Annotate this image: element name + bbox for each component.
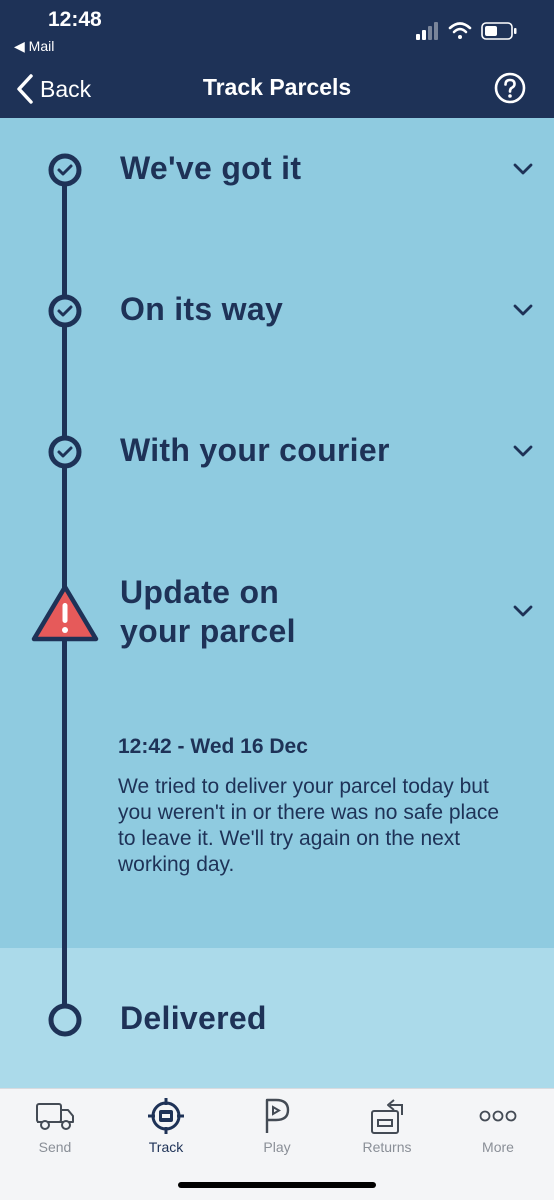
check-circle-icon <box>48 435 82 469</box>
returns-icon <box>371 1099 403 1134</box>
status-back-to-mail[interactable]: ◀ Mail <box>14 38 54 55</box>
app-header: 12:48 ◀ Mail Back Track Parcels <box>0 0 554 118</box>
tab-label: More <box>482 1139 514 1155</box>
tab-more[interactable]: More <box>443 1097 553 1155</box>
update-message: We tried to deliver your parcel today bu… <box>118 775 500 876</box>
empty-circle-icon <box>48 1003 82 1037</box>
update-timestamp: 12:42 - Wed 16 Dec <box>118 735 308 758</box>
tab-label: Track <box>148 1139 184 1155</box>
status-icons <box>416 22 517 40</box>
status-time: 12:48 <box>48 8 102 31</box>
step-title-line: Update on <box>120 574 280 610</box>
step-title: Update on your parcel <box>120 573 296 651</box>
tab-label: Play <box>263 1139 291 1155</box>
check-circle-icon <box>48 153 82 187</box>
chevron-down-icon[interactable] <box>512 604 534 618</box>
tab-send[interactable]: Send <box>0 1097 110 1155</box>
tracking-timeline: We've got it On its way With your courie… <box>0 118 554 1088</box>
step-title: Delivered <box>120 1000 267 1036</box>
signal-icon <box>416 22 438 40</box>
warning-icon <box>31 584 99 642</box>
check-circle-icon <box>48 294 82 328</box>
step-title-line: your parcel <box>120 613 296 649</box>
chevron-down-icon[interactable] <box>512 303 534 317</box>
tab-play[interactable]: Play <box>222 1097 332 1155</box>
pending-section <box>0 948 554 1088</box>
tab-returns[interactable]: Returns <box>332 1097 442 1155</box>
tab-label: Returns <box>362 1139 412 1155</box>
status-back-app-label: Mail <box>28 38 55 54</box>
chevron-down-icon[interactable] <box>512 444 534 458</box>
wifi-icon <box>448 22 472 39</box>
tab-label: Send <box>38 1139 72 1155</box>
battery-icon <box>481 22 517 40</box>
target-icon <box>148 1098 184 1134</box>
van-icon <box>36 1103 74 1130</box>
play-p-icon <box>265 1098 290 1133</box>
step-title: We've got it <box>120 150 302 186</box>
more-dots-icon <box>479 1110 517 1122</box>
home-indicator <box>178 1182 376 1188</box>
page-title: Track Parcels <box>202 74 352 100</box>
step-title: With your courier <box>120 432 390 468</box>
help-icon[interactable] <box>494 72 526 104</box>
tab-track[interactable]: Track <box>111 1097 221 1155</box>
chevron-down-icon[interactable] <box>512 162 534 176</box>
step-title: On its way <box>120 291 284 327</box>
